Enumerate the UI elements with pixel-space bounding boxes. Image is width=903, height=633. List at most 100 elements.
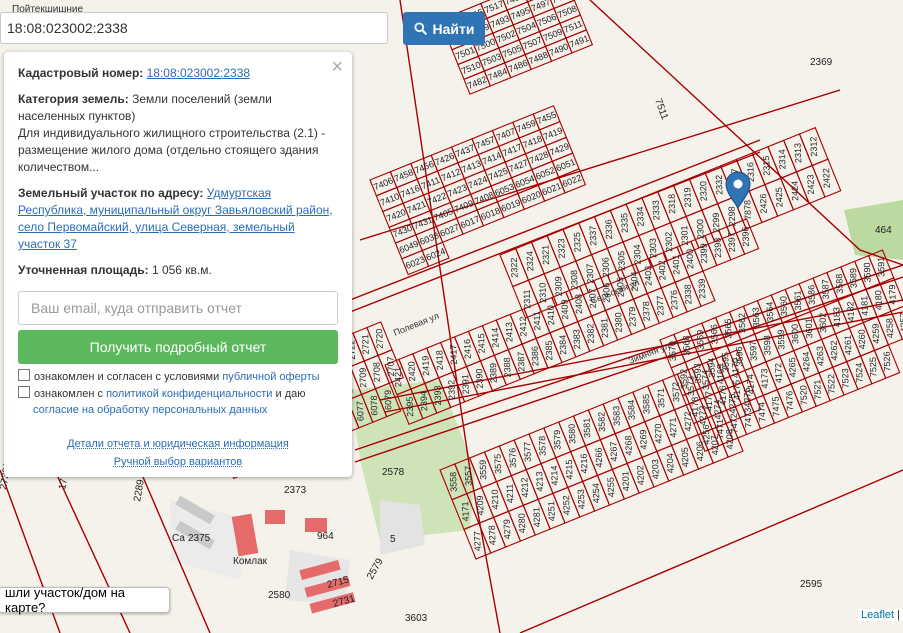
parcel-number: 4254	[591, 483, 602, 503]
map-label: 2375	[188, 533, 211, 544]
parcel-number: 2423	[805, 174, 816, 194]
parcel-number: 2323	[556, 238, 567, 258]
parcel-number: 2312	[808, 136, 819, 156]
parcel-number: 3586	[806, 285, 817, 305]
parcel-number: 2398	[712, 238, 723, 258]
parcel-number: 2314	[777, 149, 788, 169]
privacy-consent: ознакомлен с политикой конфиденциальност…	[18, 386, 338, 418]
parcel-number: 2413	[504, 322, 515, 342]
parcel-number: 3569	[695, 330, 706, 350]
parcel-number: 3562	[737, 313, 748, 333]
parcel-number: 4262	[829, 340, 840, 360]
parcel-number: 2416	[462, 339, 473, 359]
parcel-number: 4172	[773, 363, 784, 383]
search-button[interactable]: Найти	[403, 12, 485, 45]
parcel-number: 4268	[623, 435, 634, 455]
parcel-number: 2379	[627, 307, 638, 327]
parcel-number: 2337	[588, 226, 599, 246]
privacy-consent-tail: и даю	[275, 388, 306, 400]
parcel-number: 4206	[695, 441, 706, 461]
parcel-number: 2412	[518, 316, 529, 336]
personal-data-consent-link[interactable]: согласие на обработку персональных данны…	[33, 404, 267, 416]
parcel-number: 4275	[727, 393, 738, 413]
parcel-number: 2400	[685, 249, 696, 269]
parcel-number: 2334	[635, 206, 646, 226]
address-label: Земельный участок по адресу:	[18, 186, 204, 200]
cadastral-number-link[interactable]: 18:08:023002:2338	[147, 66, 250, 80]
parcel-number: 2391	[460, 374, 471, 394]
parcel-number: 3561	[792, 290, 803, 310]
parcel-number: 2307	[585, 263, 596, 283]
leaflet-link[interactable]: Leaflet	[861, 609, 894, 621]
parcel-number: 4215	[564, 459, 575, 479]
parcel-number: 2426	[758, 193, 769, 213]
parcel-number: 2387	[516, 352, 527, 372]
parcel-number: 4216	[579, 453, 590, 473]
parcel-number: 3577	[522, 442, 533, 462]
parcel-number: 4276	[742, 387, 753, 407]
address-block: Земельный участок по адресу: Удмуртская …	[18, 185, 338, 253]
parcel-number: 2376	[669, 290, 680, 310]
parcel-number: 6077	[355, 401, 366, 421]
parcel-number: 3601	[804, 318, 815, 338]
map-label: 464	[875, 225, 892, 236]
privacy-policy-link[interactable]: политикой конфиденциальности	[106, 388, 272, 400]
parcel-number: 3575	[493, 454, 504, 474]
parcel-number: 4210	[490, 489, 501, 509]
parcel-number: 2377	[655, 295, 666, 315]
public-offer-link[interactable]: публичной оферты	[222, 371, 319, 383]
map-label: Комлак	[233, 556, 268, 567]
category-block: Категория земель: Земли поселений (земли…	[18, 91, 338, 176]
parcel-number: 2382	[585, 323, 596, 343]
parcel-number: 4173	[759, 368, 770, 388]
parcel-number: 4264	[801, 352, 812, 372]
parcel-number: 4270	[653, 423, 664, 443]
parcel-number: 2403	[643, 266, 654, 286]
manual-selection-link[interactable]: Ручной выбор вариантов	[4, 456, 352, 468]
parcel-number: 2388	[502, 357, 513, 377]
found-parcel-prompt[interactable]: шли участок/дом на карте?	[0, 585, 170, 615]
parcel-number: 2313	[793, 143, 804, 163]
parcel-number: 2414	[490, 328, 501, 348]
parcel-number: 2389	[488, 363, 499, 383]
parcel-number: 4208	[724, 429, 735, 449]
parcel-number: 2324	[525, 251, 536, 271]
privacy-checkbox[interactable]	[18, 386, 30, 398]
parcel-number: 7523	[840, 368, 851, 388]
parcel-number: 2325	[572, 232, 583, 252]
parcel-number: 2419	[420, 356, 431, 376]
parcel-number: 3584	[626, 400, 637, 420]
offer-checkbox[interactable]	[18, 369, 30, 381]
parcel-number: 4169	[715, 364, 726, 384]
parcel-number: 3597	[748, 341, 759, 361]
cadastral-number-label: Кадастровый номер:	[18, 66, 144, 80]
parcel-number: 3578	[537, 436, 548, 456]
parcel-number: 3568	[681, 335, 692, 355]
land-use-text: Для индивидуального жилищного строительс…	[18, 126, 326, 174]
report-details-link[interactable]: Детали отчета и юридическая информация	[4, 438, 352, 450]
parcel-number: 4253	[576, 489, 587, 509]
parcel-number: 3582	[596, 412, 607, 432]
get-report-button[interactable]: Получить подробный отчет	[18, 330, 338, 364]
parcel-number: 2319	[682, 187, 693, 207]
parcel-number: 3583	[611, 406, 622, 426]
parcel-number: 3574	[700, 370, 711, 390]
parcel-number: 2708	[371, 362, 382, 382]
parcel-number: 4255	[606, 477, 617, 497]
parcel-number: 2395	[405, 397, 416, 417]
parcel-number: 4266	[594, 447, 605, 467]
parcel-number: 2424	[790, 181, 801, 201]
parcel-number: 3572	[671, 382, 682, 402]
parcel-number: 2709	[358, 368, 369, 388]
parcel-number: 3580	[567, 424, 578, 444]
map-attribution: Leaflet |	[858, 609, 903, 621]
search-input[interactable]	[0, 12, 388, 44]
parcel-number: 4258	[884, 318, 895, 338]
parcel-number: 2420	[407, 361, 418, 381]
map-label: 2595	[800, 579, 823, 590]
parcel-number: 4263	[815, 346, 826, 366]
parcel-number: 2335	[619, 213, 630, 233]
parcel-number: 4181	[859, 296, 870, 316]
attribution-separator: |	[897, 609, 900, 621]
email-field[interactable]: Ваш email, куда отправить отчет	[18, 291, 338, 325]
